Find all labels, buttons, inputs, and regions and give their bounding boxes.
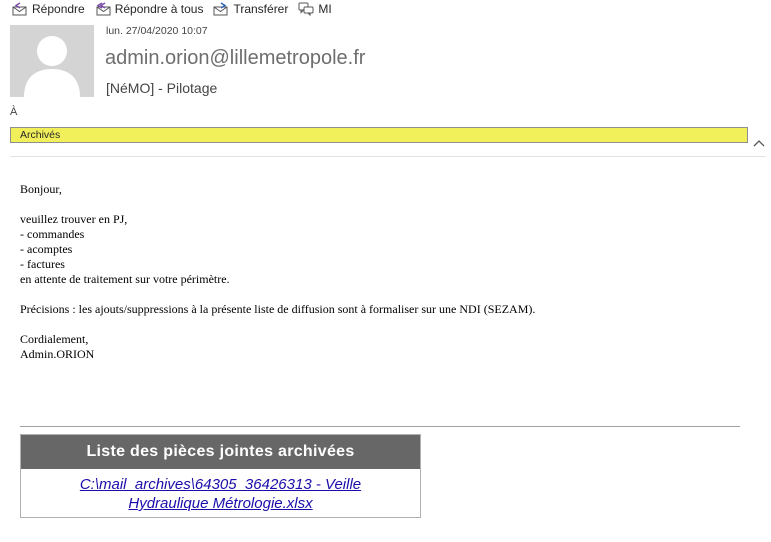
body-divider — [20, 426, 740, 427]
chat-bubbles-icon — [298, 2, 314, 16]
reply-all-icon — [96, 2, 111, 16]
attachments-table: Liste des pièces jointes archivées C:\ma… — [20, 434, 421, 518]
message-subject: [NéMO] - Pilotage — [106, 80, 218, 96]
signature: Admin.ORION — [20, 347, 95, 361]
reply-all-label: Répondre à tous — [114, 2, 204, 16]
im-label: MI — [318, 2, 332, 16]
category-bar[interactable]: Archivés — [10, 127, 748, 143]
chevron-up-icon[interactable] — [752, 136, 766, 150]
person-silhouette-icon — [24, 36, 80, 97]
forward-label: Transférer — [233, 2, 289, 16]
category-label: Archivés — [20, 129, 61, 141]
body-line: veuillez trouver en PJ, — [20, 212, 128, 226]
forward-icon — [213, 2, 228, 16]
forward-button[interactable]: Transférer — [213, 2, 288, 16]
message-body: Bonjour, veuillez trouver en PJ, - comma… — [20, 182, 740, 362]
message-date: lun. 27/04/2020 10:07 — [106, 25, 208, 37]
reply-all-button[interactable]: Répondre à tous — [95, 2, 204, 16]
body-line: - acomptes — [20, 242, 73, 256]
body-line: - factures — [20, 257, 65, 271]
body-line: - commandes — [20, 227, 85, 241]
to-label: À — [10, 106, 18, 118]
reply-label: Répondre — [32, 2, 85, 16]
attachment-link[interactable]: C:\mail_archives\64305_36426313 - Veille… — [21, 469, 420, 513]
header-divider — [10, 156, 766, 157]
reply-button[interactable]: Répondre — [12, 2, 85, 16]
message-toolbar: Répondre Répondre à tous Transférer MI — [12, 0, 342, 18]
attachments-header: Liste des pièces jointes archivées — [21, 435, 420, 469]
sender-avatar — [10, 25, 94, 97]
closing: Cordialement, — [20, 332, 89, 346]
reply-icon — [12, 2, 27, 16]
im-button[interactable]: MI — [298, 2, 332, 16]
greeting: Bonjour, — [20, 182, 62, 196]
sender-address[interactable]: admin.orion@lillemetropole.fr — [105, 47, 365, 70]
body-line: en attente de traitement sur votre périm… — [20, 272, 230, 286]
precisions-text: Précisions : les ajouts/suppressions à l… — [20, 302, 536, 316]
